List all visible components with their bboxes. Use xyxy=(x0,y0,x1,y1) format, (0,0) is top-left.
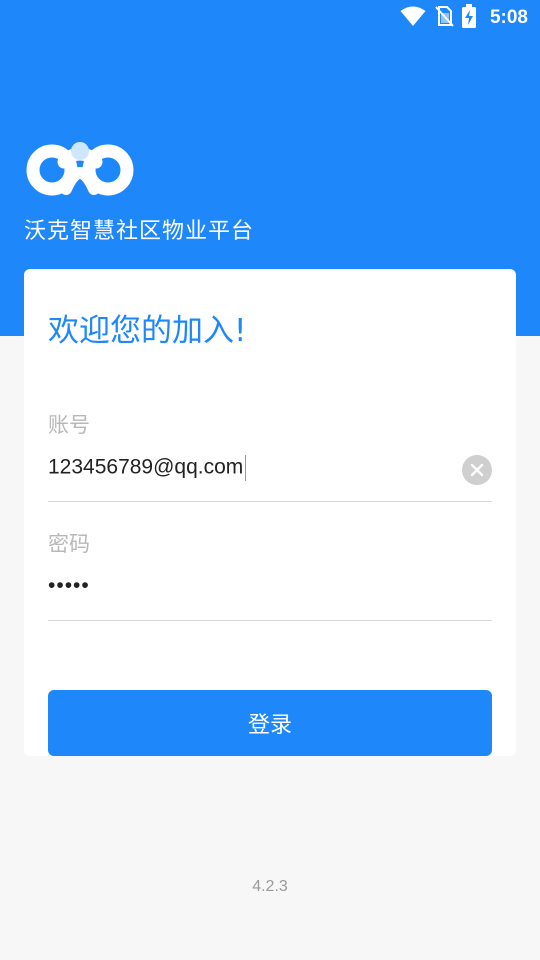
account-label: 账号 xyxy=(48,413,90,437)
text-cursor xyxy=(245,455,247,481)
status-icons: 5:08 xyxy=(400,4,528,32)
clear-circle-icon[interactable] xyxy=(462,455,492,485)
version-label: 4.2.3 xyxy=(252,878,288,895)
login-card: 欢迎您的加入! 账号 123456789@qq.com 密码 ••••• 登录 xyxy=(24,269,516,756)
app-title: 沃克智慧社区物业平台 xyxy=(24,219,255,244)
account-input-text: 123456789@qq.com xyxy=(48,455,244,479)
status-bar: 5:08 xyxy=(0,0,540,36)
welcome-heading: 欢迎您的加入! xyxy=(48,313,247,349)
status-time: 5:08 xyxy=(489,7,528,28)
battery-charging-icon xyxy=(461,4,476,32)
login-screen: 5:08 沃克智慧社区物业平台 欢迎您的加入! 账号 123456789@qq.… xyxy=(0,0,540,960)
wifi-icon xyxy=(400,5,426,31)
no-sim-icon xyxy=(434,5,454,31)
password-label: 密码 xyxy=(48,532,90,556)
password-input[interactable]: ••••• xyxy=(48,574,448,598)
account-input[interactable]: 123456789@qq.com xyxy=(48,455,448,481)
password-underline xyxy=(48,620,492,621)
cloud-pin-logo xyxy=(24,127,136,199)
account-underline xyxy=(48,501,492,502)
login-button[interactable]: 登录 xyxy=(48,690,492,756)
